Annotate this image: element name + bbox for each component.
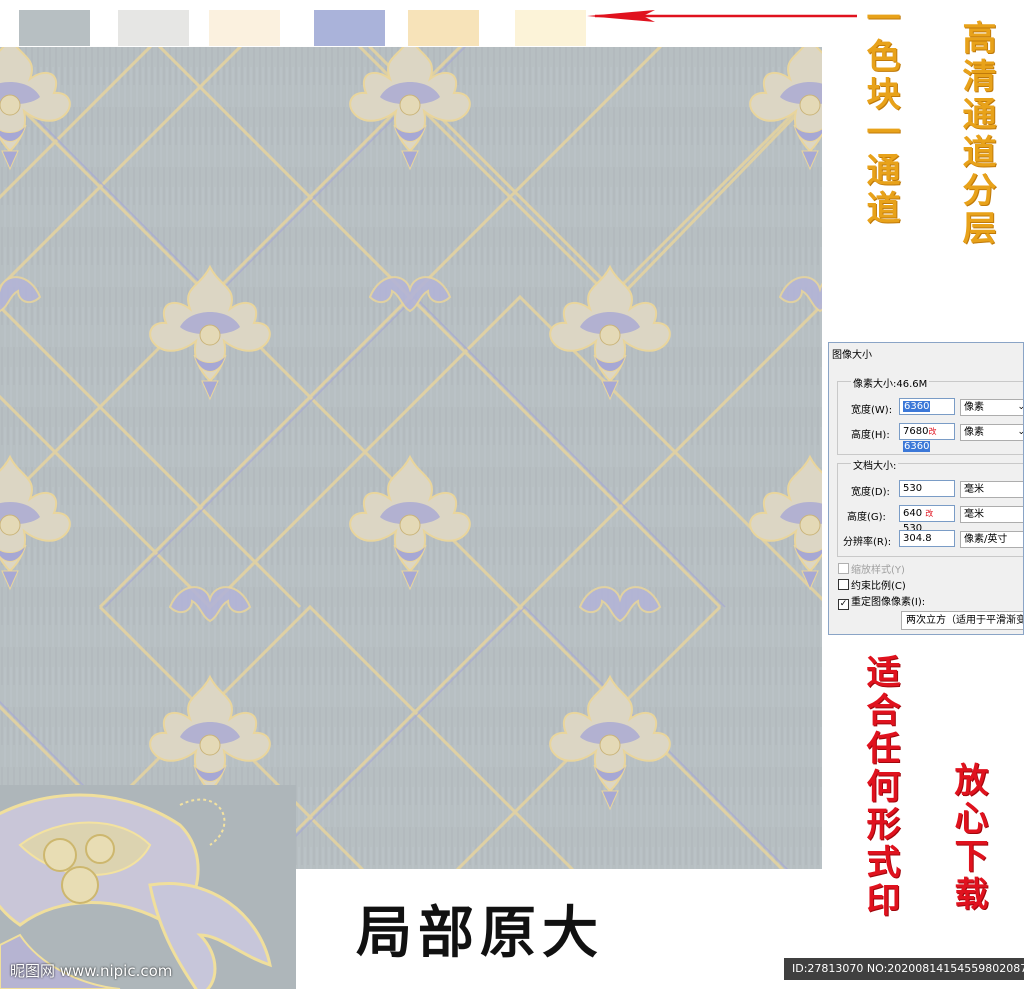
swatch-light-gray [118,10,189,46]
height-change-mark: 改 [928,427,937,436]
doc-width-unit-select[interactable]: 毫米 [960,481,1023,498]
width-unit: 像素 [964,402,984,413]
dialog-title: 图像大小 [832,350,872,361]
one-block-one-channel-text: 一色块一通道 [860,0,900,228]
any-form-print-text: 适合任何形式印 [860,654,900,920]
resample-method-select[interactable]: 两次立方（适用于平滑渐变 [901,611,1023,630]
resample-label: 重定图像像素(I): [851,597,926,608]
scale-styles-label: 缩放样式(Y) [851,565,905,576]
doc-height-old-value: 640 [903,508,923,519]
doc-width-field[interactable]: 530 [899,480,955,497]
swatch-wheat [408,10,479,46]
swatch-cream [209,10,280,46]
doc-height-field[interactable]: 640 改 530 [899,505,955,534]
width-field[interactable]: 6360 [899,398,955,415]
doc-height-label: 高度(G): [847,512,886,523]
height-field[interactable]: 7680改 6360 [899,423,955,452]
doc-height-unit-select[interactable]: 毫米 [960,506,1023,523]
height-unit: 像素 [964,427,984,438]
doc-size-label: 文档大小: [851,457,899,472]
doc-height-unit: 毫米 [964,509,984,520]
doc-width-unit: 毫米 [964,484,984,495]
constrain-label: 约束比例(C) [851,581,906,592]
closeup-detail [0,785,296,989]
width-value: 6360 [903,401,931,412]
scale-styles-checkbox[interactable]: 缩放样式(Y) [838,561,905,576]
wallpaper-pattern [0,47,822,869]
pixel-size-label: 像素大小:46.6M [851,375,930,390]
resolution-label: 分辨率(R): [843,537,892,548]
resample-checkbox[interactable]: ✓ 重定图像像素(I): [838,593,925,610]
caption-text: 局部原大 [356,900,604,966]
width-unit-select[interactable]: 像素 ⌄ [960,399,1023,416]
swatch-lavender [314,10,385,46]
checkbox-box [838,579,849,590]
doc-width-value: 530 [903,483,923,494]
chevron-down-icon: ⌄ [1017,425,1023,440]
watermark: 昵图网 www.nipic.com [10,962,173,980]
resolution-unit-select[interactable]: 像素/英寸 [960,531,1023,548]
red-arrow-icon [587,10,857,22]
image-size-dialog: 图像大小 像素大小:46.6M 宽度(W): 6360 像素 ⌄ 高度(H): … [828,342,1024,635]
check-icon: ✓ [838,599,849,610]
height-unit-select[interactable]: 像素 ⌄ [960,424,1023,441]
checkbox-box [838,563,849,574]
doc-width-label: 宽度(D): [851,487,890,498]
resolution-value: 304.8 [903,533,932,544]
height-label: 高度(H): [851,430,890,441]
resolution-unit: 像素/英寸 [964,534,1008,545]
hd-channel-layer-text: 高清通道分层 [956,20,996,248]
constrain-proportions-checkbox[interactable]: 约束比例(C) [838,577,906,592]
height-value: 6360 [903,441,931,452]
doc-height-change-mark: 改 [925,509,934,518]
pixel-size-group [837,381,1023,455]
id-bar: ID:27813070 NO:20200814154559802087 [784,958,1024,980]
download-safe-text: 放心下载 [948,762,988,914]
resolution-field[interactable]: 304.8 [899,530,955,547]
chevron-down-icon: ⌄ [1017,400,1023,415]
swatch-gray [19,10,90,46]
height-old-value: 7680 [903,426,929,437]
width-label: 宽度(W): [851,405,893,416]
swatch-pale-yellow [515,10,586,46]
